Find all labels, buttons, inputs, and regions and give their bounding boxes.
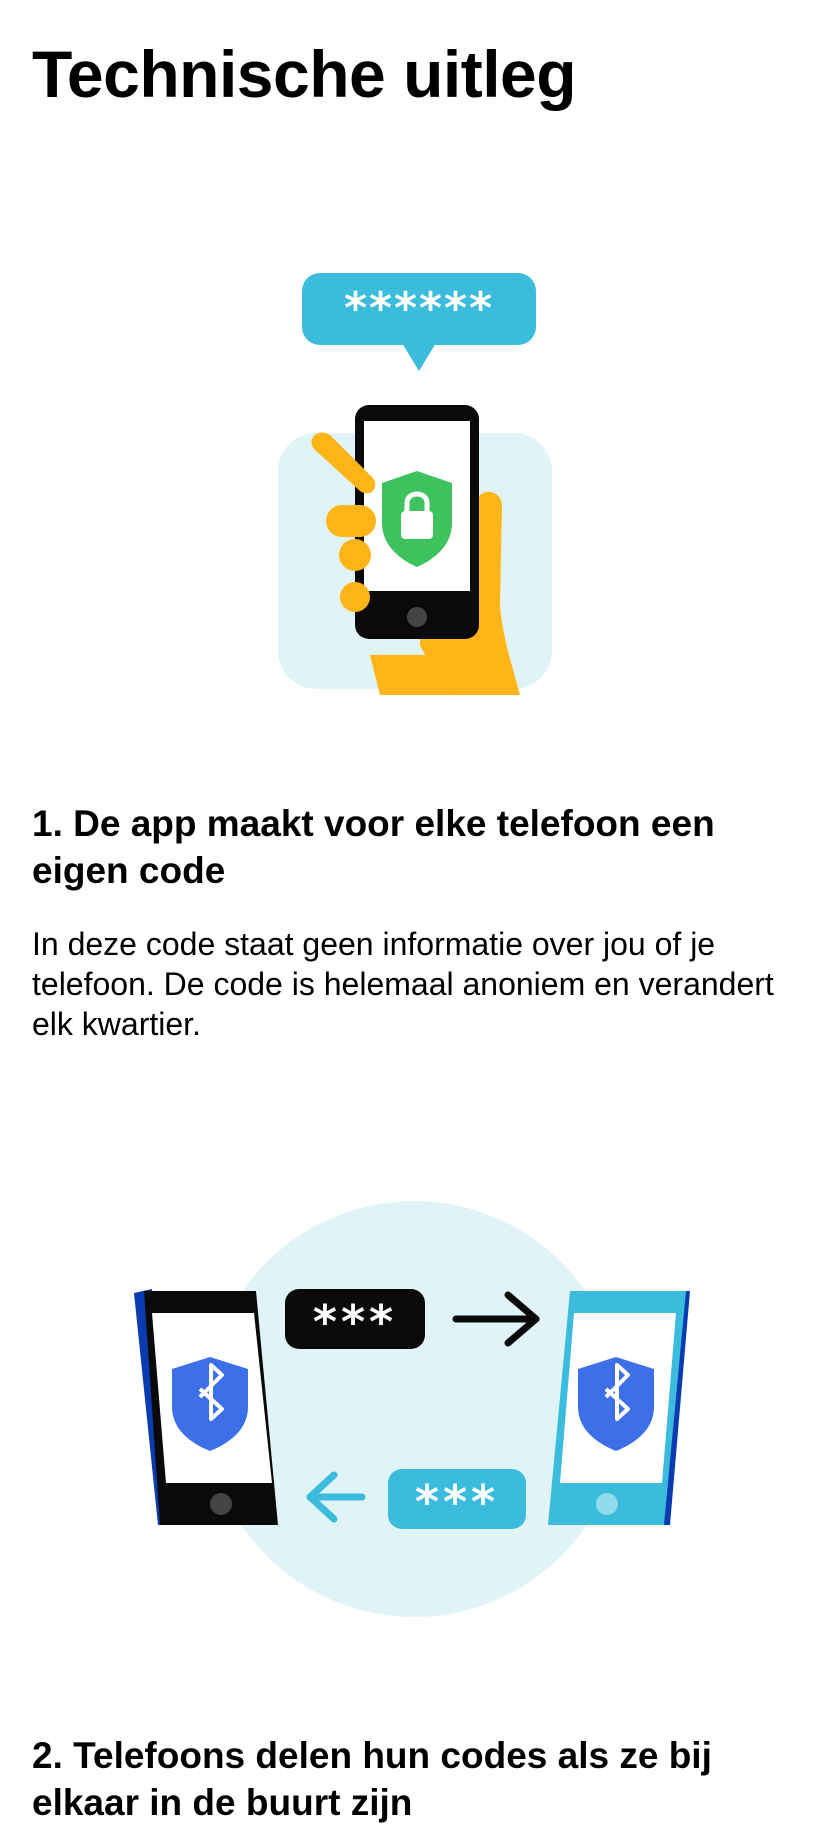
- code-received-text: ***: [415, 1475, 499, 1529]
- code-bubble-text: ******: [344, 283, 494, 334]
- step-2-heading: 2. Telefoons delen hun codes als ze bij …: [32, 1735, 712, 1823]
- phone-icon-left: [134, 1289, 278, 1525]
- illustration-phone-code: ******: [0, 255, 828, 695]
- phone-icon-right: [548, 1291, 690, 1525]
- illustration-code-exchange: *** ***: [0, 1195, 828, 1625]
- page-title: Technische uitleg: [32, 37, 577, 111]
- code-sent-text: ***: [313, 1295, 397, 1349]
- step-1-body: In deze code staat geen informatie over …: [32, 926, 774, 1042]
- step-1-heading: 1. De app maakt voor elke telefoon een e…: [32, 803, 715, 891]
- speech-bubble-icon: ******: [302, 273, 536, 371]
